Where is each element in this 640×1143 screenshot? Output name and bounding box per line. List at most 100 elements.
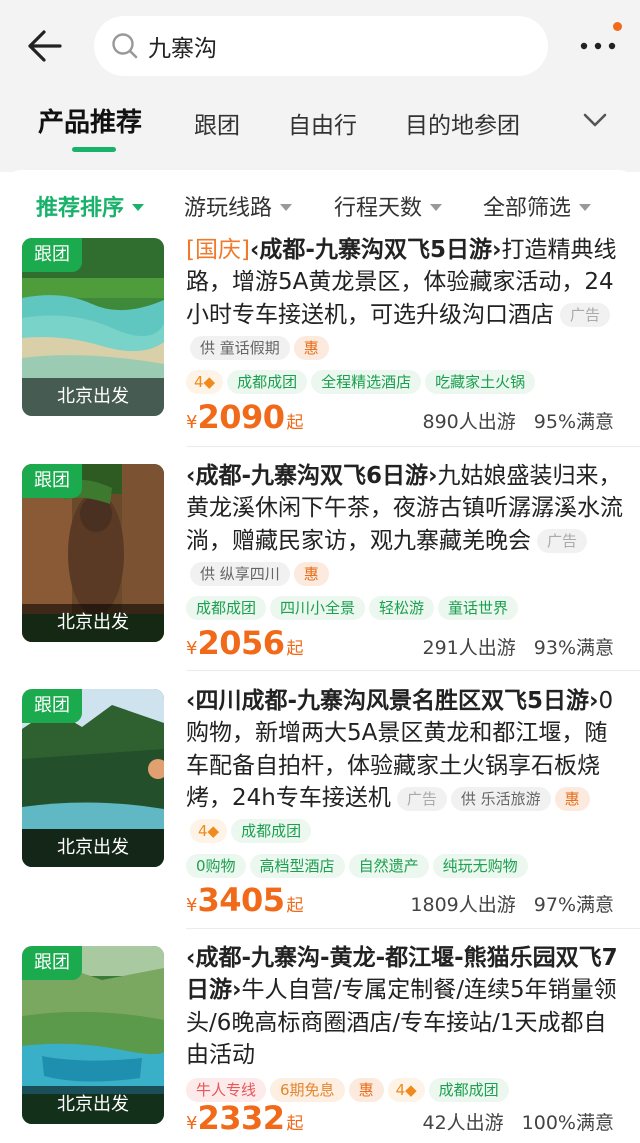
feature-tag: 成都成团 (227, 370, 308, 395)
product-thumbnail: 跟团 北京出发 (22, 464, 164, 642)
search-input[interactable] (148, 33, 528, 59)
product-price: ¥2332 起 (186, 1099, 304, 1137)
header-bar: 产品推荐 跟团 自由行 目的地参团 (0, 0, 640, 172)
dropdown-triangle-icon (579, 203, 592, 211)
category-tabs: 产品推荐 跟团 自由行 目的地参团 (0, 96, 640, 156)
supplier-chip[interactable]: 供 童话假期 (190, 335, 290, 360)
ad-label: 广告 (396, 786, 447, 811)
diamond-icon: ◆ (207, 822, 220, 841)
traveler-count: 291人出游 (422, 637, 516, 659)
feature-tag: 0购物 (186, 853, 246, 878)
discount-chip: 惠 (293, 335, 329, 360)
departure-city: 北京出发 (22, 604, 164, 642)
satisfaction-rate: 100%满意 (521, 1112, 614, 1134)
diamond-icon: ◆ (405, 1081, 417, 1100)
traveler-count: 890人出游 (422, 411, 516, 433)
divider (186, 928, 640, 929)
product-stats: 890人出游 95%满意 (405, 407, 615, 434)
product-price: ¥2056 起 (186, 624, 304, 662)
feature-tag: 轻松游 (369, 596, 435, 621)
holiday-tag: [国庆] (186, 237, 250, 263)
price-suffix: 起 (286, 1114, 304, 1134)
currency-symbol: ¥ (186, 895, 198, 916)
discount-chip: 惠 (554, 786, 590, 811)
supplier-name: 纵享四川 (219, 564, 280, 583)
chevron-down-icon[interactable] (582, 110, 608, 130)
diamond-icon: ◆ (203, 373, 216, 392)
price-value: 2090 (197, 398, 285, 436)
product-card[interactable]: 跟团 北京出发 [国庆]‹成都-九寨沟双飞5日游›打造精典线路，增游5A黄龙景区… (0, 237, 640, 446)
feature-tag: 四川小全景 (270, 596, 366, 621)
traveler-count: 42人出游 (422, 1112, 504, 1134)
filter-days-label: 行程天数 (334, 196, 423, 221)
product-stats: 42人出游 100%满意 (404, 1108, 614, 1135)
product-thumbnail: 跟团 北京出发 (22, 946, 164, 1124)
tab-destination-tour[interactable]: 目的地参团 (405, 106, 520, 140)
product-name: ‹四川成都-九寨沟风景名胜区双飞5日游› (186, 688, 599, 714)
filter-sort[interactable]: 推荐排序 (36, 190, 145, 222)
product-thumbnail: 跟团 北京出发 (22, 238, 164, 416)
feature-tags: 成都成团 四川小全景 轻松游 童话世界 (186, 594, 626, 622)
departure-city: 北京出发 (22, 378, 164, 416)
feature-tag: 全程精选酒店 (311, 370, 422, 395)
price-row: ¥2332 起 42人出游 100%满意 (186, 1099, 626, 1143)
more-options-icon[interactable] (576, 30, 624, 60)
feature-tag: 高档型酒店 (249, 853, 345, 878)
traveler-count: 1809人出游 (410, 894, 516, 916)
price-value: 2332 (197, 1099, 285, 1137)
product-content: ‹四川成都-九寨沟风景名胜区双飞5日游›0购物，新增两大5A景区黄龙和都江堰，随… (186, 685, 626, 879)
price-suffix: 起 (286, 639, 304, 659)
filter-route[interactable]: 游玩线路 (184, 190, 293, 222)
product-price: ¥3405 起 (186, 881, 304, 919)
price-row: ¥3405 起 1809人出游 97%满意 (186, 881, 626, 925)
product-thumbnail: 跟团 北京出发 (22, 689, 164, 867)
product-type-badge: 跟团 (22, 689, 82, 723)
supplier-name: 乐活旅游 (480, 789, 541, 808)
satisfaction-rate: 97%满意 (533, 894, 614, 916)
departure-city: 北京出发 (22, 829, 164, 867)
product-card[interactable]: 跟团 北京出发 ‹四川成都-九寨沟风景名胜区双飞5日游›0购物，新增两大5A景区… (0, 688, 640, 919)
product-title: [国庆]‹成都-九寨沟双飞5日游›打造精典线路，增游5A黄龙景区，体验藏家活动，… (186, 234, 626, 364)
supplier-name: 童话假期 (219, 338, 280, 357)
filter-bar: 推荐排序 游玩线路 行程天数 全部筛选 (0, 170, 640, 238)
supplier-chip[interactable]: 供 乐活旅游 (450, 786, 551, 811)
product-title: ‹四川成都-九寨沟风景名胜区双飞5日游›0购物，新增两大5A景区黄龙和都江堰，随… (186, 685, 626, 847)
diamond-rating-value: 4 (395, 1081, 406, 1100)
ad-label: 广告 (537, 529, 588, 554)
filter-sort-label: 推荐排序 (36, 196, 125, 221)
departure-city: 北京出发 (22, 1086, 164, 1124)
price-row: ¥2056 起 291人出游 93%满意 (186, 624, 626, 668)
product-title: ‹成都-九寨沟-黄龙-都江堰-熊猫乐园双飞7日游›牛人自营/专属定制餐/连续5年… (186, 942, 626, 1072)
filter-days[interactable]: 行程天数 (334, 190, 443, 222)
product-content: [国庆]‹成都-九寨沟双飞5日游›打造精典线路，增游5A黄龙景区，体验藏家活动，… (186, 234, 626, 396)
tab-free-travel[interactable]: 自由行 (288, 106, 357, 140)
currency-symbol: ¥ (186, 412, 198, 433)
diamond-rating-value: 4 (194, 373, 204, 392)
price-row: ¥2090 起 890人出游 95%满意 (186, 398, 626, 442)
product-card[interactable]: 跟团 北京出发 ‹成都-九寨沟双飞6日游›九姑娘盛装归来，黄龙溪休闲下午茶，夜游… (0, 463, 640, 672)
tab-product-recommend[interactable]: 产品推荐 (38, 102, 142, 139)
tab-group-tour[interactable]: 跟团 (194, 106, 240, 140)
feature-tag: 自然遗产 (348, 853, 429, 878)
feature-tag: 童话世界 (438, 596, 519, 621)
back-arrow-icon[interactable] (24, 28, 64, 64)
product-type-badge: 跟团 (22, 946, 82, 980)
product-content: ‹成都-九寨沟双飞6日游›九姑娘盛装归来，黄龙溪休闲下午茶，夜游古镇听潺潺溪水流… (186, 460, 626, 622)
search-box[interactable] (94, 16, 548, 76)
currency-symbol: ¥ (186, 1113, 198, 1134)
currency-symbol: ¥ (186, 638, 198, 659)
feature-tags: 0购物 高档型酒店 自然遗产 纯玩无购物 (186, 851, 626, 879)
product-name: ‹成都-九寨沟双飞5日游› (249, 237, 502, 263)
divider (186, 446, 640, 447)
supplier-chip[interactable]: 供 纵享四川 (190, 561, 290, 586)
dropdown-triangle-icon (280, 203, 293, 211)
filter-all-label: 全部筛选 (483, 196, 572, 221)
feature-tag: 吃藏家土火锅 (425, 370, 536, 395)
product-card[interactable]: 跟团 北京出发 ‹成都-九寨沟-黄龙-都江堰-熊猫乐园双飞7日游›牛人自营/专属… (0, 945, 640, 1143)
price-suffix: 起 (286, 413, 304, 433)
filter-all[interactable]: 全部筛选 (483, 190, 592, 222)
diamond-rating: 4◆ (186, 370, 224, 395)
satisfaction-rate: 93%满意 (533, 637, 614, 659)
diamond-rating-value: 4 (198, 822, 208, 841)
product-type-badge: 跟团 (22, 464, 82, 498)
